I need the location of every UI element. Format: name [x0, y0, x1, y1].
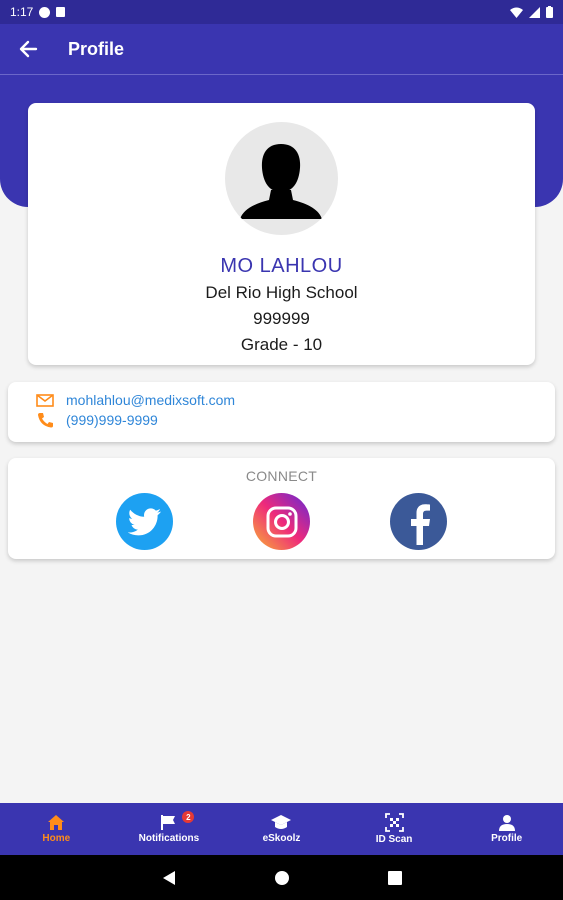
page-title: Profile — [68, 38, 125, 59]
nav-profile[interactable]: Profile — [450, 803, 563, 855]
system-back-button[interactable] — [162, 870, 176, 886]
contact-card: mohlahlou@medixsoft.com (999)999-9999 — [8, 382, 555, 442]
nav-eskoolz-label: eSkoolz — [262, 833, 301, 844]
data-saver-icon — [39, 6, 51, 18]
nav-home[interactable]: Home — [0, 803, 113, 855]
system-navigation-bar — [0, 855, 563, 900]
battery-icon — [546, 6, 553, 18]
instagram-button[interactable] — [253, 493, 310, 550]
school-name: Del Rio High School — [205, 283, 358, 302]
twitter-button[interactable] — [116, 493, 173, 550]
triangle-back-icon — [162, 870, 175, 885]
facebook-icon — [410, 503, 430, 545]
nav-eskoolz[interactable]: eSkoolz — [225, 803, 338, 855]
wifi-icon — [510, 7, 523, 18]
nav-notifications-label: Notifications — [138, 833, 200, 844]
phone-icon — [38, 413, 53, 428]
sim-card-icon — [56, 7, 66, 17]
bottom-navigation: Home 2 Notifications eSkoolz ID Scan Pro… — [0, 803, 563, 855]
nav-home-label: Home — [42, 833, 71, 844]
email-row[interactable]: mohlahlou@medixsoft.com — [36, 392, 235, 408]
connect-heading: CONNECT — [245, 468, 318, 484]
square-recents-icon — [387, 870, 402, 885]
status-time: 1:17 — [10, 5, 34, 19]
notification-badge: 2 — [182, 811, 195, 823]
student-id: 999999 — [253, 309, 310, 328]
circle-home-icon — [274, 870, 289, 885]
arrow-left-icon — [19, 40, 38, 58]
person-icon — [498, 815, 515, 831]
system-home-button[interactable] — [274, 870, 290, 886]
status-bar: 1:17 — [0, 0, 563, 24]
email-link[interactable]: mohlahlou@medixsoft.com — [66, 392, 235, 408]
twitter-icon — [127, 507, 161, 535]
avatar — [225, 122, 338, 235]
nav-profile-label: Profile — [491, 833, 523, 844]
nav-id-scan-label: ID Scan — [375, 834, 413, 845]
student-name: MO LAHLOU — [220, 255, 343, 277]
system-recents-button[interactable] — [387, 870, 402, 885]
student-grade: Grade - 10 — [240, 335, 323, 354]
mail-icon — [36, 393, 54, 407]
nav-id-scan[interactable]: ID Scan — [338, 803, 451, 855]
phone-row[interactable]: (999)999-9999 — [36, 412, 158, 428]
nav-notifications[interactable]: 2 Notifications — [113, 803, 226, 855]
signal-icon — [529, 6, 540, 18]
app-bar: Profile — [0, 24, 563, 75]
home-icon — [48, 815, 65, 830]
connect-card: CONNECT — [8, 458, 555, 559]
graduation-cap-icon — [271, 815, 292, 829]
facebook-button[interactable] — [390, 493, 447, 550]
person-silhouette-icon — [240, 144, 322, 219]
qr-scan-icon — [384, 813, 404, 832]
flag-icon — [160, 815, 175, 830]
profile-card: MO LAHLOU Del Rio High School 999999 Gra… — [28, 103, 535, 365]
phone-link[interactable]: (999)999-9999 — [66, 412, 158, 428]
back-button[interactable] — [14, 35, 42, 63]
instagram-icon — [266, 506, 297, 537]
